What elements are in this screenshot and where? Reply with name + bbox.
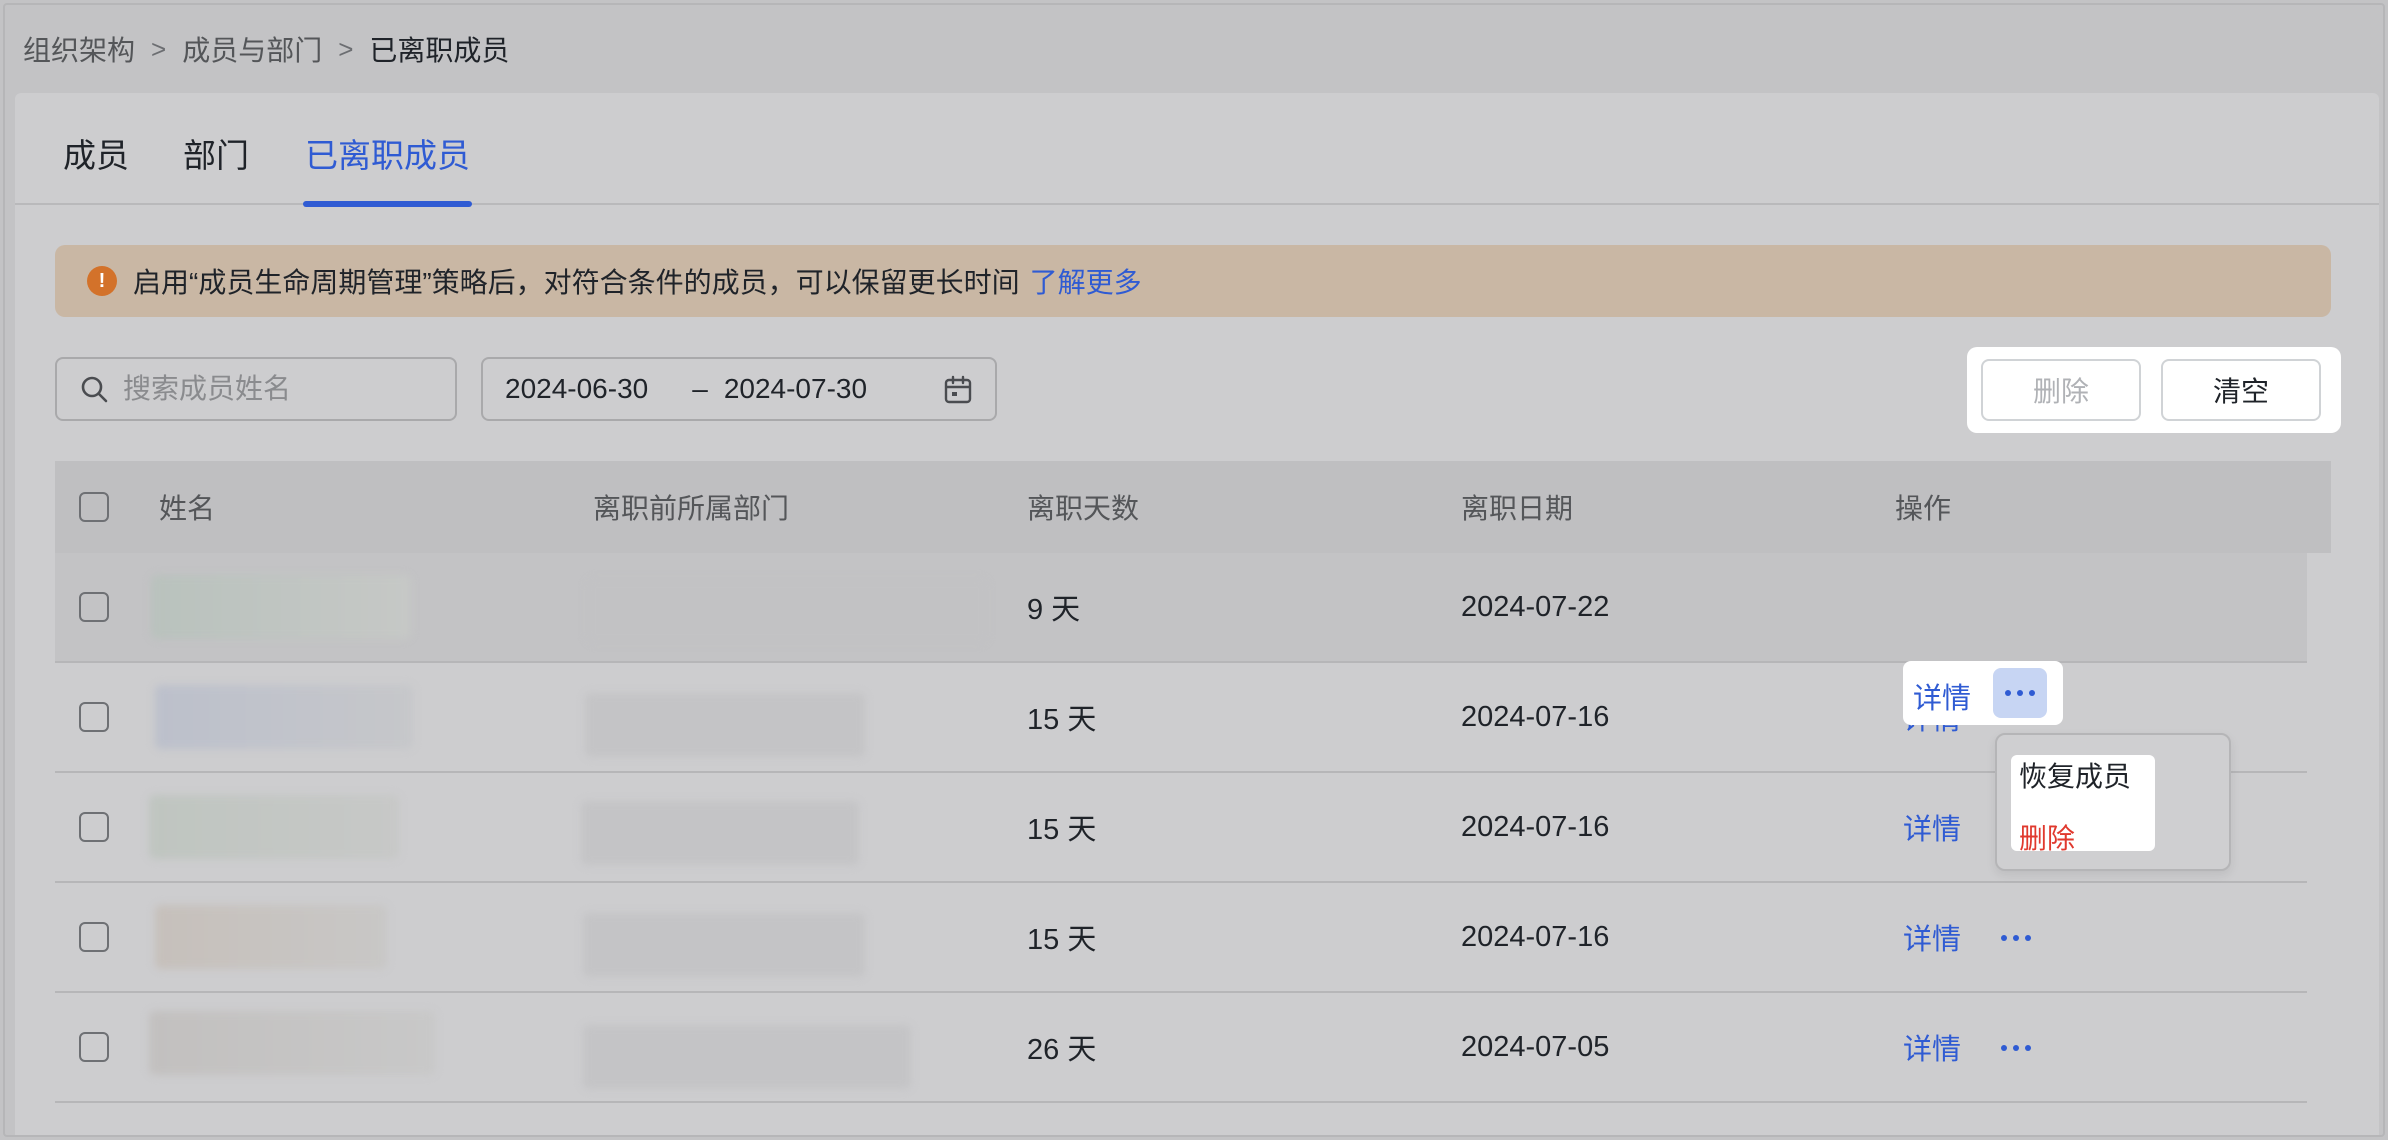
name-redacted: [155, 905, 387, 969]
bulk-actions: 删除 清空: [1967, 347, 2341, 433]
name-redacted: [149, 795, 399, 859]
department-redacted: [585, 693, 865, 757]
detail-link[interactable]: 详情: [1913, 675, 1971, 717]
row-checkbox[interactable]: [79, 1032, 109, 1062]
row-checkbox[interactable]: [79, 812, 109, 842]
info-banner: ! 启用“成员生命周期管理”策略后，对符合条件的成员，可以保留更长时间 了解更多: [55, 245, 2331, 317]
department-redacted: [581, 801, 859, 865]
tab-members[interactable]: 成员: [63, 129, 129, 205]
days-cell: 15 天: [1027, 814, 1097, 846]
chevron-right-icon: >: [338, 33, 354, 64]
row-checkbox[interactable]: [79, 592, 109, 622]
search-icon: [81, 376, 108, 403]
delete-button[interactable]: 删除: [1981, 359, 2141, 421]
row-checkbox[interactable]: [79, 922, 109, 952]
department-redacted: [583, 913, 865, 977]
tab-former-members[interactable]: 已离职成员: [303, 129, 472, 207]
row-actions-highlight: 详情: [1903, 661, 2063, 725]
select-all-checkbox[interactable]: [79, 492, 109, 522]
col-days: 离职天数: [1027, 493, 1140, 524]
col-department: 离职前所属部门: [593, 493, 790, 524]
table-row: 9 天 2024-07-22: [55, 553, 2307, 663]
detail-link[interactable]: 详情: [1903, 883, 1961, 991]
col-name: 姓名: [159, 493, 216, 524]
banner-text: 启用“成员生命周期管理”策略后，对符合条件的成员，可以保留更长时间: [133, 267, 1020, 298]
detail-link[interactable]: 详情: [1903, 773, 1961, 881]
name-redacted: [151, 575, 411, 639]
date-cell: 2024-07-22: [1461, 590, 1610, 623]
breadcrumb: 组织架构 > 成员与部门 > 已离职成员: [23, 27, 509, 71]
days-cell: 15 天: [1027, 924, 1097, 956]
date-cell: 2024-07-16: [1461, 810, 1610, 843]
days-cell: 15 天: [1027, 704, 1097, 736]
search-box[interactable]: [55, 357, 457, 421]
app-window: 组织架构 > 成员与部门 > 已离职成员 成员 部门 已离职成员 ! 启用“成员…: [3, 3, 2385, 1137]
main-panel: 成员 部门 已离职成员 ! 启用“成员生命周期管理”策略后，对符合条件的成员，可…: [15, 93, 2379, 1135]
learn-more-link[interactable]: 了解更多: [1030, 261, 1142, 301]
name-redacted: [149, 1011, 435, 1075]
delete-menu-item[interactable]: 删除: [2019, 817, 2075, 857]
table-row: 15 天 2024-07-16 详情: [55, 883, 2307, 993]
more-icon[interactable]: [1989, 1023, 2043, 1073]
name-redacted: [155, 685, 413, 749]
department-redacted: [583, 1025, 911, 1089]
more-actions-menu: 恢复成员 删除: [1995, 733, 2231, 871]
menu-highlight: 恢复成员 删除: [2011, 755, 2155, 854]
row-checkbox[interactable]: [79, 702, 109, 732]
department-redacted: [587, 579, 987, 643]
more-icon[interactable]: [1993, 668, 2047, 718]
date-range-picker[interactable]: 2024-06-30 – 2024-07-30: [481, 357, 997, 421]
more-icon[interactable]: [1989, 913, 2043, 963]
date-separator: –: [692, 373, 708, 404]
restore-member-menu-item[interactable]: 恢复成员: [2019, 755, 2131, 795]
table-header: 姓名 离职前所属部门 离职天数 离职日期 操作: [55, 461, 2331, 553]
date-cell: 2024-07-16: [1461, 700, 1610, 733]
warning-icon: !: [87, 266, 117, 296]
days-cell: 9 天: [1027, 594, 1081, 626]
detail-link[interactable]: 详情: [1903, 993, 1961, 1101]
date-cell: 2024-07-05: [1461, 1030, 1610, 1063]
tab-bar: 成员 部门 已离职成员: [15, 93, 2379, 207]
breadcrumb-members-departments[interactable]: 成员与部门: [182, 29, 322, 69]
breadcrumb-org[interactable]: 组织架构: [23, 29, 135, 69]
col-date: 离职日期: [1461, 493, 1574, 524]
clear-button[interactable]: 清空: [2161, 359, 2321, 421]
date-start[interactable]: 2024-06-30: [505, 373, 648, 405]
date-end[interactable]: 2024-07-30: [724, 373, 867, 405]
calendar-icon[interactable]: [943, 375, 973, 405]
search-input[interactable]: [123, 373, 443, 405]
date-cell: 2024-07-16: [1461, 920, 1610, 953]
breadcrumb-current: 已离职成员: [369, 35, 510, 66]
table-row: 26 天 2024-07-05 详情: [55, 993, 2307, 1103]
tab-departments[interactable]: 部门: [183, 129, 249, 205]
table-row: 15 天 2024-07-16 详情: [55, 773, 2307, 883]
chevron-right-icon: >: [151, 33, 167, 64]
col-actions: 操作: [1895, 493, 1952, 524]
days-cell: 26 天: [1027, 1034, 1097, 1066]
